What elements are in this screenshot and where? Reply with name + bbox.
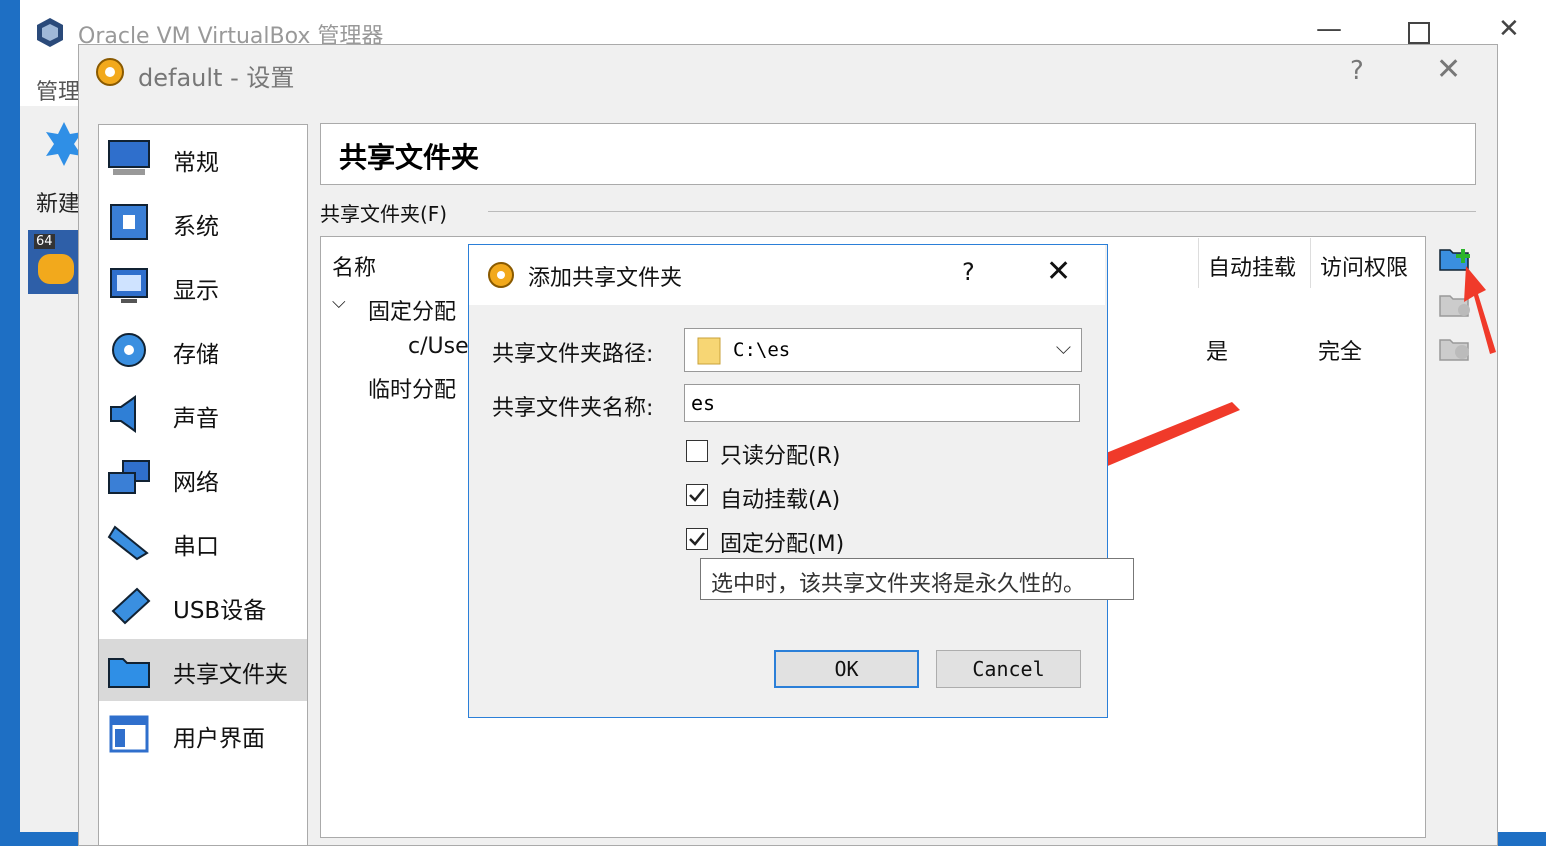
- add-shared-folder-dialog: [468, 244, 1108, 718]
- add-dialog-help-button[interactable]: ?: [962, 258, 975, 286]
- folder-icon: [697, 337, 721, 365]
- chevron-down-icon[interactable]: ⌵: [1056, 335, 1071, 359]
- automount-checkbox[interactable]: [686, 484, 708, 506]
- ok-button[interactable]: OK: [774, 650, 919, 688]
- readonly-label[interactable]: 只读分配(R): [720, 438, 840, 470]
- permanent-tooltip: 选中时，该共享文件夹将是永久性的。: [700, 558, 1134, 600]
- folder-path-label: 共享文件夹路径:: [492, 342, 654, 367]
- checkmark-icon: [689, 532, 705, 546]
- folder-path-value: C:\es: [733, 339, 791, 361]
- folder-name-input[interactable]: [684, 384, 1080, 422]
- tooltip-text: 选中时，该共享文件夹将是永久性的。: [711, 572, 1086, 597]
- folder-path-combo[interactable]: C:\es ⌵: [684, 328, 1082, 372]
- checkmark-icon: [689, 488, 705, 502]
- add-dialog-title: 添加共享文件夹: [528, 266, 683, 291]
- readonly-checkbox[interactable]: [686, 440, 708, 462]
- permanent-checkbox[interactable]: [686, 528, 708, 550]
- permanent-label[interactable]: 固定分配(M): [720, 526, 844, 558]
- add-dialog-close-button[interactable]: ✕: [1046, 254, 1071, 289]
- folder-name-label: 共享文件夹名称:: [492, 396, 654, 421]
- cancel-button[interactable]: Cancel: [936, 650, 1081, 688]
- dialog-gear-icon: [488, 262, 514, 288]
- automount-label[interactable]: 自动挂载(A): [720, 482, 840, 514]
